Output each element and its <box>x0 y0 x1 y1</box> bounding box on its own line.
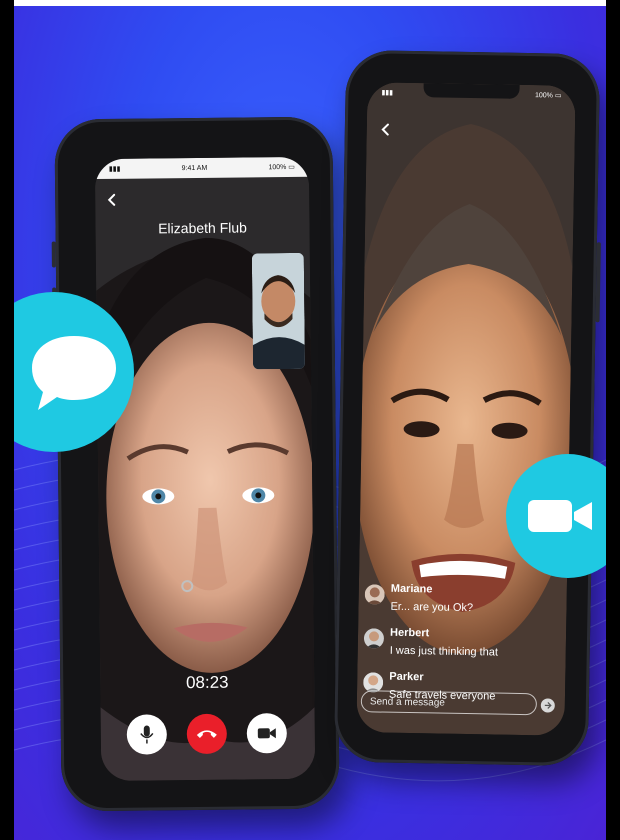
avatar <box>364 584 385 605</box>
message-text: I was just thinking that <box>389 644 499 659</box>
call-timer: 08:23 <box>185 672 229 693</box>
message-text: Er... are you Ok? <box>390 600 474 615</box>
self-view-pip[interactable] <box>251 252 306 370</box>
back-icon[interactable] <box>379 122 393 136</box>
group-video-screen: ▮▮▮ 100% ▭ Mariane Er... are you Ok? Her… <box>356 82 576 736</box>
status-bar: ▮▮▮ 9:41 AM 100% ▭ <box>94 156 309 180</box>
toggle-camera-button[interactable] <box>246 713 288 754</box>
chat-message: Mariane Er... are you Ok? <box>364 582 561 629</box>
sender-name: Mariane <box>390 582 433 596</box>
sender-name: Herbert <box>389 626 430 640</box>
self-view-video <box>251 252 306 370</box>
promo-background: ▮▮▮ 9:41 AM 100% ▭ Elizabeth Flub 08:23 <box>14 0 606 840</box>
end-call-icon <box>196 730 217 738</box>
group-chat-phone: ▮▮▮ 100% ▭ Mariane Er... are you Ok? Her… <box>333 49 601 767</box>
video-camera-icon <box>528 500 592 532</box>
end-call-button[interactable] <box>186 713 228 755</box>
avatar <box>363 628 385 649</box>
phone-side-button <box>51 241 56 268</box>
message-input[interactable]: Send a message <box>360 690 538 716</box>
send-arrow-icon <box>544 702 552 709</box>
chat-bubble-icon <box>32 336 116 410</box>
back-icon[interactable] <box>105 193 119 207</box>
phone-notch <box>423 83 520 99</box>
mute-button[interactable] <box>126 714 168 755</box>
chat-message: Herbert I was just thinking that <box>363 626 560 673</box>
video-call-screen: ▮▮▮ 9:41 AM 100% ▭ Elizabeth Flub 08:23 <box>94 156 316 782</box>
video-camera-icon <box>257 728 276 739</box>
video-call-phone: ▮▮▮ 9:41 AM 100% ▭ Elizabeth Flub 08:23 <box>51 116 340 812</box>
sender-name: Parker <box>389 670 424 684</box>
battery-percent: 100% <box>268 164 287 172</box>
status-time: 9:41 AM <box>181 164 208 172</box>
microphone-icon <box>140 725 154 744</box>
battery-percent: 100% <box>534 92 553 100</box>
caller-name: Elizabeth Flub <box>158 219 247 237</box>
